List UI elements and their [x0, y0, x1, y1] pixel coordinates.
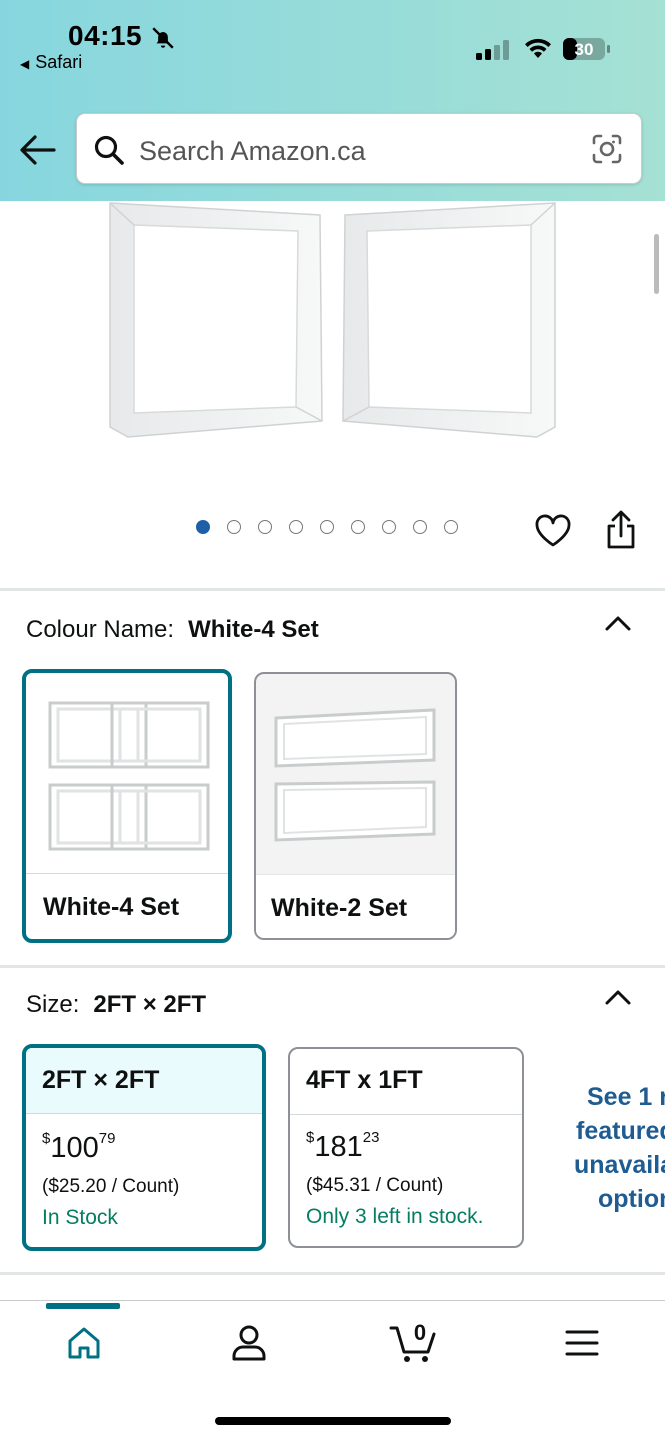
- see-more-options-link[interactable]: See 1 r featured unavaila option: [548, 1080, 665, 1216]
- wifi-icon: [525, 38, 551, 58]
- swatch-label: White-2 Set: [271, 894, 408, 922]
- pagination-dot[interactable]: [227, 520, 241, 534]
- pagination-dot[interactable]: [413, 520, 427, 534]
- search-placeholder: Search Amazon.ca: [139, 136, 366, 166]
- pagination-dot[interactable]: [320, 520, 334, 534]
- colour-label-row: Colour Name: White-4 Set: [26, 616, 319, 644]
- battery-icon: 30: [563, 37, 611, 61]
- see-more-line: unavaila: [574, 1151, 665, 1179]
- unit-price: ($25.20 / Count): [42, 1176, 180, 1197]
- search-icon: [94, 135, 124, 165]
- battery-level: 30: [575, 40, 594, 59]
- home-icon[interactable]: [66, 1326, 102, 1360]
- account-icon[interactable]: [230, 1324, 268, 1362]
- cellular-signal-icon: [476, 40, 509, 60]
- search-bar[interactable]: Search Amazon.ca: [76, 113, 642, 184]
- stock-status: In Stock: [42, 1206, 118, 1229]
- size-label: Size:: [26, 991, 80, 1018]
- see-more-line: option: [598, 1185, 665, 1213]
- currency-symbol: $: [42, 1130, 51, 1147]
- share-icon[interactable]: [604, 510, 638, 550]
- back-to-app-link[interactable]: ◀ Safari: [20, 52, 82, 73]
- cart-icon[interactable]: 0: [388, 1318, 442, 1364]
- swatch-image: [48, 701, 210, 851]
- product-image[interactable]: [100, 201, 570, 446]
- size-option-divider: [290, 1114, 522, 1115]
- size-option-divider: [26, 1113, 262, 1114]
- colour-label: Colour Name:: [26, 616, 175, 643]
- size-option-2ft-2ft[interactable]: 2FT × 2FT $10079 ($25.20 / Count) In Sto…: [22, 1044, 266, 1251]
- currency-symbol: $: [306, 1129, 315, 1146]
- pagination-dot[interactable]: [444, 520, 458, 534]
- pagination-dot[interactable]: [258, 520, 272, 534]
- stock-status: Only 3 left in stock.: [306, 1205, 484, 1228]
- menu-icon[interactable]: [565, 1329, 599, 1357]
- pagination-dot[interactable]: [289, 520, 303, 534]
- swatch-image: [274, 708, 436, 842]
- chevron-up-icon[interactable]: [604, 988, 632, 1006]
- colour-selected-value: White-4 Set: [188, 616, 319, 643]
- size-option-label: 2FT × 2FT: [42, 1066, 160, 1094]
- size-option-label: 4FT x 1FT: [306, 1066, 423, 1094]
- size-label-row: Size: 2FT × 2FT: [26, 991, 206, 1019]
- scrollbar[interactable]: [654, 234, 659, 294]
- camera-lens-icon[interactable]: [591, 133, 623, 165]
- pagination-dot[interactable]: [196, 520, 210, 534]
- size-option-header: 2FT × 2FT: [26, 1048, 262, 1113]
- section-divider: [0, 965, 665, 968]
- section-divider: [0, 1272, 665, 1275]
- price-whole: 181: [314, 1131, 363, 1163]
- back-arrow-icon[interactable]: [18, 132, 56, 168]
- chevron-up-icon[interactable]: [604, 614, 632, 632]
- active-tab-indicator: [46, 1303, 120, 1309]
- colour-option-white-4-set[interactable]: White-4 Set: [22, 669, 232, 943]
- see-more-line: See 1 r: [587, 1083, 665, 1111]
- colour-option-white-2-set[interactable]: White-2 Set: [254, 672, 457, 940]
- size-selected-value: 2FT × 2FT: [93, 991, 207, 1018]
- size-option-header: 4FT x 1FT: [290, 1049, 522, 1114]
- price-cents: 23: [362, 1129, 380, 1146]
- section-divider: [0, 588, 665, 591]
- size-option-4ft-1ft[interactable]: 4FT x 1FT $18123 ($45.31 / Count) Only 3…: [288, 1047, 524, 1248]
- price: $18123: [306, 1129, 380, 1164]
- pagination-dot[interactable]: [382, 520, 396, 534]
- header: 04:15 ◀ Safari 30 Search Amazon.ca: [0, 0, 665, 201]
- price-whole: 100: [50, 1132, 99, 1164]
- price-cents: 79: [98, 1130, 116, 1147]
- price: $10079: [42, 1130, 116, 1165]
- bell-muted-icon: [152, 27, 174, 49]
- pagination-dot[interactable]: [351, 520, 365, 534]
- see-more-line: featured: [576, 1117, 665, 1145]
- home-indicator[interactable]: [215, 1417, 451, 1425]
- heart-icon[interactable]: [534, 514, 572, 548]
- image-pagination[interactable]: [196, 520, 458, 534]
- unit-price: ($45.31 / Count): [306, 1175, 444, 1196]
- back-app-label: Safari: [35, 52, 83, 72]
- cart-count: 0: [414, 1320, 426, 1345]
- back-triangle-icon: ◀: [20, 57, 30, 71]
- status-time: 04:15: [68, 20, 143, 51]
- swatch-divider: [26, 873, 228, 874]
- swatch-label: White-4 Set: [43, 893, 180, 921]
